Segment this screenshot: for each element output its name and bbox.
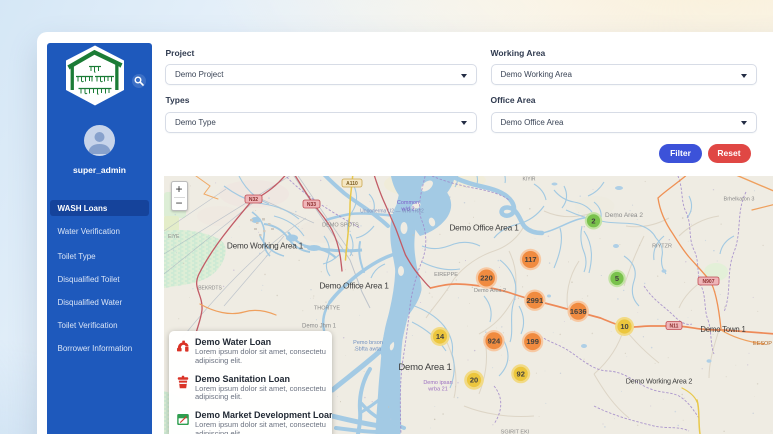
svg-text:20: 20	[469, 376, 477, 385]
svg-text:Demo Office Area 1: Demo Office Area 1	[319, 281, 389, 291]
svg-text:Demo Jhm 1: Demo Jhm 1	[301, 324, 336, 330]
svg-text:EESOP: EESOP	[753, 341, 772, 347]
svg-text:RIYTZR: RIYTZR	[652, 244, 672, 250]
svg-text:Demo ipsan: Demo ipsan	[423, 380, 452, 386]
svg-text:BEKRDTS: BEKRDTS	[198, 286, 222, 292]
svg-text:924: 924	[487, 336, 500, 345]
svg-text:Pemo brson: Pemo brson	[353, 340, 383, 346]
svg-text:wrba 21: wrba 21	[427, 387, 448, 393]
svg-text:10: 10	[620, 322, 628, 331]
svg-text:220: 220	[480, 274, 493, 283]
svg-text:N907: N907	[702, 279, 714, 285]
svg-text:2991: 2991	[526, 296, 543, 305]
svg-text:SGIRIT EKI: SGIRIT EKI	[500, 430, 529, 434]
svg-text:Demo Working Area 2: Demo Working Area 2	[625, 377, 692, 386]
svg-text:Demo Area 2: Demo Area 2	[473, 288, 505, 294]
svg-text:Demo Town 1: Demo Town 1	[700, 325, 745, 334]
svg-text:92: 92	[516, 369, 524, 378]
svg-text:w/d 2: w/d 2	[400, 207, 414, 213]
svg-text:Demo Area 2: Demo Area 2	[605, 212, 643, 219]
svg-text:Demo Area 1: Demo Area 1	[398, 362, 451, 373]
svg-text:5: 5	[614, 274, 618, 283]
svg-text:Demo Office Area 1: Demo Office Area 1	[449, 223, 519, 233]
svg-text:Brhelkaton 3: Brhelkaton 3	[723, 197, 754, 203]
svg-text:14: 14	[435, 332, 444, 341]
svg-text:A110: A110	[346, 181, 358, 187]
svg-text:1636: 1636	[569, 307, 586, 316]
svg-text:Sbfta awta: Sbfta awta	[355, 347, 382, 353]
svg-text:DEMO SPOTS: DEMO SPOTS	[322, 223, 359, 229]
svg-text:THORTYE: THORTYE	[313, 306, 340, 312]
svg-text:KIYIR: KIYIR	[522, 177, 535, 183]
svg-text:2: 2	[591, 216, 595, 225]
svg-text:Common: Common	[396, 200, 418, 206]
svg-text:N11: N11	[669, 324, 678, 330]
svg-text:N33: N33	[306, 202, 315, 208]
svg-text:EIYE: EIYE	[168, 234, 180, 240]
svg-text:EIREPPE: EIREPPE	[434, 272, 458, 278]
svg-text:199: 199	[526, 337, 539, 346]
svg-text:Demo Working Area 1: Demo Working Area 1	[226, 242, 303, 251]
svg-text:N32: N32	[248, 197, 257, 203]
svg-text:117: 117	[524, 255, 536, 264]
